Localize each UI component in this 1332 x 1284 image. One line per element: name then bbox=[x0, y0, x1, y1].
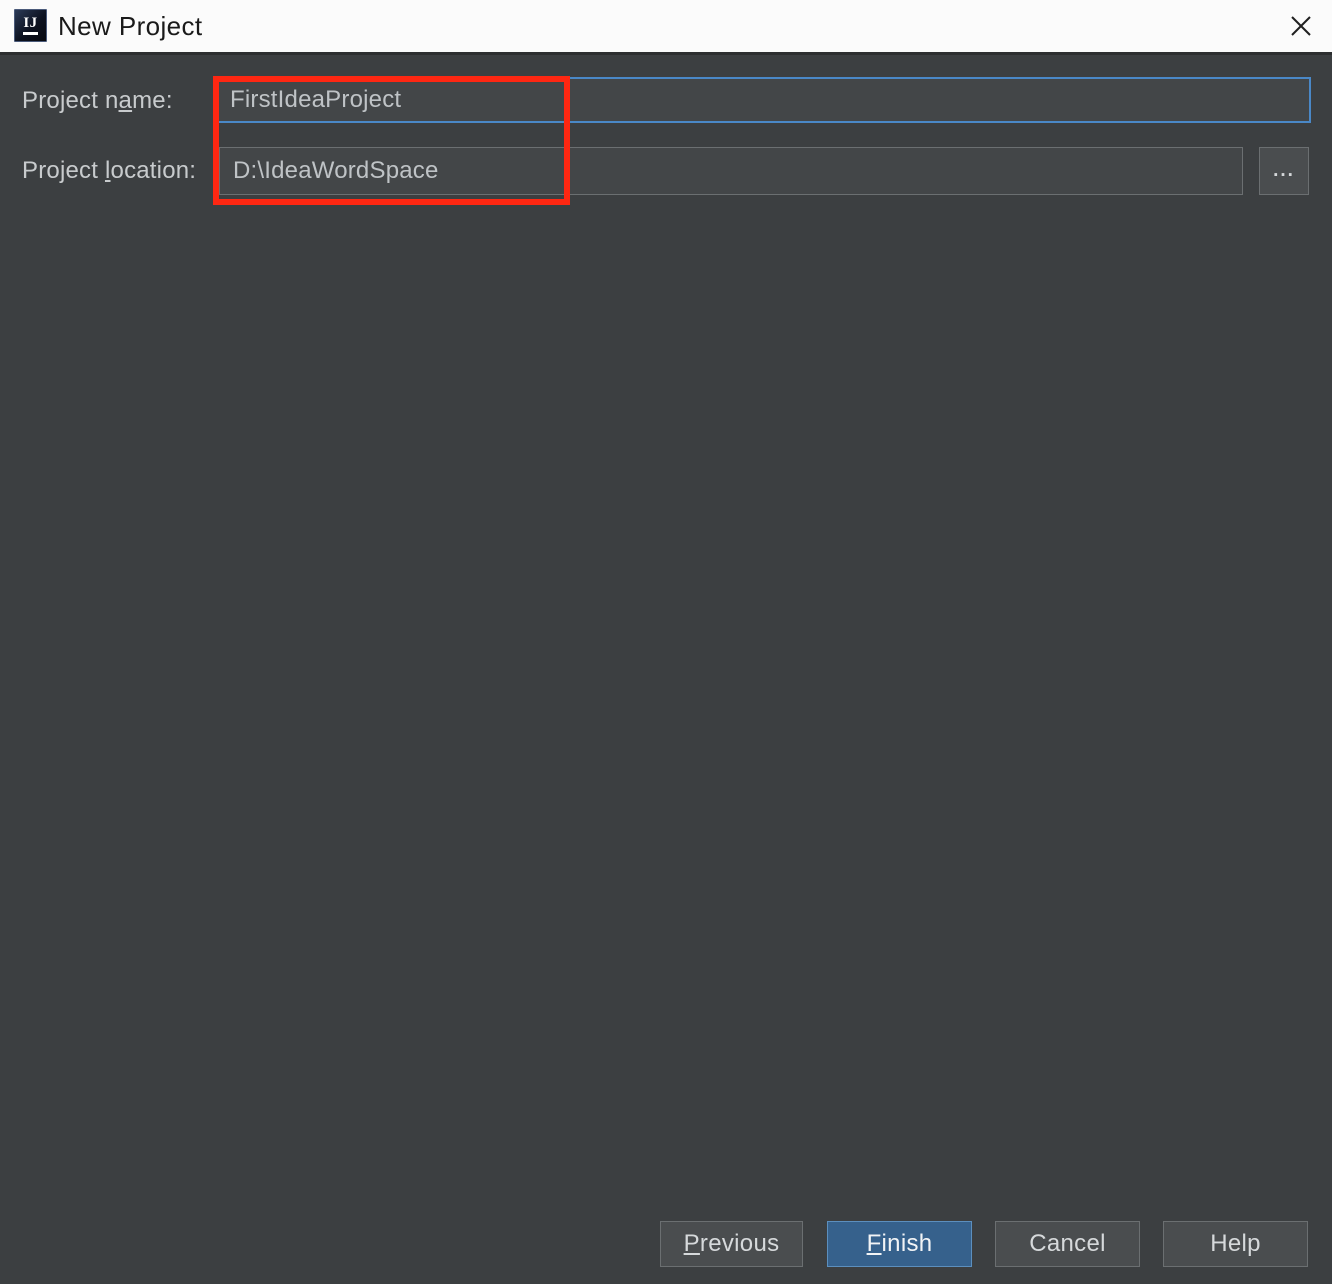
project-name-label: Project name: bbox=[22, 87, 173, 115]
close-icon bbox=[1288, 13, 1314, 39]
finish-button-mnemonic: F bbox=[866, 1230, 882, 1257]
new-project-dialog: IJ New Project Project name: FirstIdeaPr… bbox=[0, 0, 1332, 1284]
project-name-label-mnemonic: a bbox=[118, 87, 133, 114]
project-location-input[interactable]: D:\IdeaWordSpace bbox=[219, 147, 1243, 195]
title-bar: IJ New Project bbox=[0, 0, 1332, 53]
window-title: New Project bbox=[58, 11, 203, 41]
browse-location-button[interactable]: ... bbox=[1259, 147, 1309, 195]
form-area: Project name: FirstIdeaProject Project l… bbox=[0, 55, 1332, 1284]
ellipsis-icon: ... bbox=[1273, 160, 1295, 181]
app-icon-letters: IJ bbox=[23, 15, 38, 31]
previous-button-label: revious bbox=[699, 1230, 780, 1257]
cancel-button[interactable]: Cancel bbox=[995, 1221, 1140, 1267]
intellij-idea-icon: IJ bbox=[14, 9, 47, 42]
close-button[interactable] bbox=[1270, 0, 1332, 52]
dialog-button-bar: Previous Finish Cancel Help bbox=[0, 1204, 1332, 1284]
finish-button-label: inish bbox=[881, 1230, 933, 1257]
help-button[interactable]: Help bbox=[1163, 1221, 1308, 1267]
project-location-label-prefix: Project bbox=[22, 157, 105, 184]
previous-button[interactable]: Previous bbox=[660, 1221, 803, 1267]
project-name-label-suffix: me: bbox=[132, 87, 173, 114]
project-location-label-suffix: ocation: bbox=[110, 157, 197, 184]
finish-button[interactable]: Finish bbox=[827, 1221, 972, 1267]
project-name-input[interactable]: FirstIdeaProject bbox=[215, 77, 1311, 123]
project-location-label: Project location: bbox=[22, 157, 196, 185]
app-icon-bar bbox=[23, 32, 38, 35]
previous-button-mnemonic: P bbox=[683, 1230, 700, 1257]
project-name-label-prefix: Project n bbox=[22, 87, 119, 114]
